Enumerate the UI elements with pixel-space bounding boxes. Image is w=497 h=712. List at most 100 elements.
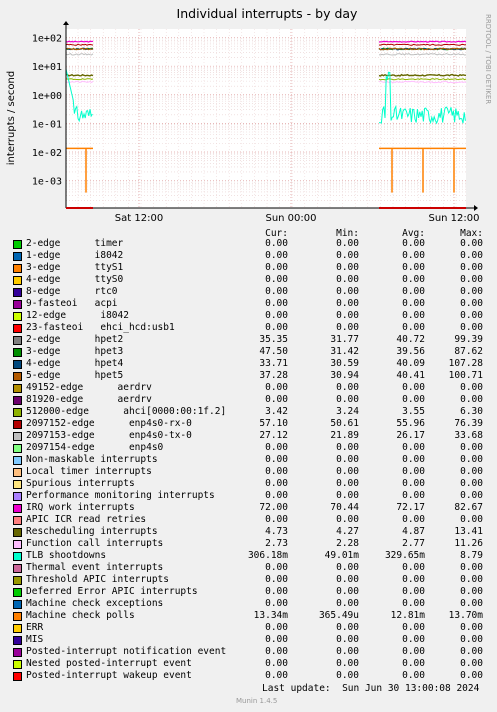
legend-min-value: 0.00 xyxy=(336,574,359,585)
legend-cur-value: 0.00 xyxy=(265,382,288,393)
legend-label: 4-edge hpet4 xyxy=(26,358,124,369)
legend-cur-value: 0.00 xyxy=(265,478,288,489)
legend-swatch xyxy=(13,468,22,477)
legend-min-value: 0.00 xyxy=(336,394,359,405)
legend-row: IRQ work interrupts 72.00 70.44 72.17 82.67 xyxy=(0,502,497,514)
legend-label: 2097153-edge enp4s0-tx-0 xyxy=(26,430,192,441)
legend-cur-value: 0.00 xyxy=(265,598,288,609)
legend-cur-value: 0.00 xyxy=(265,658,288,669)
legend-min-value: 31.42 xyxy=(330,346,359,357)
legend-cur-value: 0.00 xyxy=(265,274,288,285)
legend-min-value: 0.00 xyxy=(336,250,359,261)
legend-max-value: 0.00 xyxy=(460,670,483,681)
legend-min-value: 0.00 xyxy=(336,598,359,609)
legend-cur-value: 47.50 xyxy=(259,346,288,357)
legend-max-value: 107.28 xyxy=(448,358,483,369)
legend-cur-value: 35.35 xyxy=(259,334,288,345)
legend-row: Threshold APIC interrupts 0.00 0.00 0.00 0.0… xyxy=(0,574,497,586)
legend-swatch xyxy=(13,312,22,321)
legend-swatch xyxy=(13,492,22,501)
legend-row: 5-edge hpet5 37.28 30.94 40.41 100.71 xyxy=(0,370,497,382)
legend-swatch xyxy=(13,300,22,309)
legend-row: 512000-edge ahci[0000:00:1f.2] 3.42 3.24 3.… xyxy=(0,406,497,418)
legend-row: 1-edge i8042 0.00 0.00 0.00 0.00 xyxy=(0,250,497,262)
legend-row: ERR 0.00 0.00 0.00 0.00 xyxy=(0,622,497,634)
legend-cur-value: 0.00 xyxy=(265,262,288,273)
munin-graph: Individual interrupts - by day interrupt… xyxy=(0,0,497,712)
legend-cur-value: 13.34m xyxy=(253,610,288,621)
legend-min-value: 0.00 xyxy=(336,322,359,333)
legend-row: Spurious interrupts 0.00 0.00 0.00 0.00 xyxy=(0,478,497,490)
legend-row: Posted-interrupt wakeup event 0.00 0.00 0.0… xyxy=(0,670,497,682)
legend-swatch xyxy=(13,372,22,381)
x-tick-label: Sun 00:00 xyxy=(265,213,316,224)
legend-min-value: 0.00 xyxy=(336,466,359,477)
legend-cur-value: 306.18m xyxy=(247,550,288,561)
legend-row: 2097154-edge enp4s0 0.00 0.00 0.00 0.00 xyxy=(0,442,497,454)
legend-label: 2097152-edge enp4s0-rx-0 xyxy=(26,418,192,429)
legend-cur-value: 37.28 xyxy=(259,370,288,381)
legend-label: Spurious interrupts xyxy=(26,478,135,489)
legend-swatch xyxy=(13,336,22,345)
x-tick-label: Sat 12:00 xyxy=(115,213,163,224)
legend-row: 2-edge timer 0.00 0.00 0.00 0.00 xyxy=(0,238,497,250)
legend-row: Local timer interrupts 0.00 0.00 0.00 0.00 xyxy=(0,466,497,478)
legend-swatch xyxy=(13,540,22,549)
legend-max-value: 13.41 xyxy=(454,526,483,537)
legend-min-value: 0.00 xyxy=(336,442,359,453)
legend-cur-value: 0.00 xyxy=(265,394,288,405)
legend-row: APIC ICR read retries 0.00 0.00 0.00 0.00 xyxy=(0,514,497,526)
legend-max-value: 0.00 xyxy=(460,622,483,633)
legend-min-value: 31.77 xyxy=(330,334,359,345)
legend-max-value: 0.00 xyxy=(460,454,483,465)
legend-row: Rescheduling interrupts 4.73 4.27 4.87 13.41 xyxy=(0,526,497,538)
legend-cur-value: 0.00 xyxy=(265,490,288,501)
legend-row: Posted-interrupt notification event 0.00 0… xyxy=(0,646,497,658)
y-tick-label: 1e+02 xyxy=(32,34,62,45)
legend-max-value: 0.00 xyxy=(460,490,483,501)
legend-row: Machine check exceptions 0.00 0.00 0.00 0.00 xyxy=(0,598,497,610)
legend-row: Function call interrupts 2.73 2.28 2.77 11.2… xyxy=(0,538,497,550)
legend-cur-value: 0.00 xyxy=(265,466,288,477)
legend-label: Posted-interrupt wakeup event xyxy=(26,670,192,681)
y-axis-arrow xyxy=(63,21,69,25)
legend-swatch xyxy=(13,612,22,621)
legend-cur-value: 2.73 xyxy=(265,538,288,549)
legend-cur-value: 0.00 xyxy=(265,298,288,309)
legend-label: Deferred Error APIC interrupts xyxy=(26,586,198,597)
legend-row: Deferred Error APIC interrupts 0.00 0.00 0.… xyxy=(0,586,497,598)
legend-max-value: 13.70m xyxy=(448,610,483,621)
legend-max-value: 0.00 xyxy=(460,250,483,261)
legend-max-value: 0.00 xyxy=(460,238,483,249)
legend-cur-value: 0.00 xyxy=(265,310,288,321)
legend-cur-value: 0.00 xyxy=(265,670,288,681)
legend-swatch xyxy=(13,636,22,645)
legend-swatch xyxy=(13,600,22,609)
legend-label: 49152-edge aerdrv xyxy=(26,382,152,393)
legend-label: 3-edge hpet3 xyxy=(26,346,124,357)
chart-title: Individual interrupts - by day xyxy=(177,6,359,21)
legend-swatch xyxy=(13,504,22,513)
legend-cur-value: 0.00 xyxy=(265,250,288,261)
plot-area: 1e-03 1e-02 1e-01 1e+00 1e+01 1e+02 Sat 12:00 S… xyxy=(32,21,480,224)
legend-swatch xyxy=(13,444,22,453)
y-tick-label: 1e-02 xyxy=(32,148,62,159)
legend-max-value: 0.00 xyxy=(460,574,483,585)
legend-max-value: 87.62 xyxy=(454,346,483,357)
legend-swatch xyxy=(13,240,22,249)
legend-max-value: 0.00 xyxy=(460,562,483,573)
legend-max-value: 0.00 xyxy=(460,274,483,285)
legend-cur-value: 0.00 xyxy=(265,238,288,249)
legend-swatch xyxy=(13,408,22,417)
legend-min-value: 0.00 xyxy=(336,274,359,285)
last-update: Last update: Sun Jun 30 13:00:08 2024 xyxy=(262,683,480,694)
legend-cur-value: 27.12 xyxy=(259,430,288,441)
legend-row: 2097152-edge enp4s0-rx-0 57.10 50.61 55.96 7… xyxy=(0,418,497,430)
legend-max-value: 0.00 xyxy=(460,442,483,453)
legend-row: 81920-edge aerdrv 0.00 0.00 0.00 0.00 xyxy=(0,394,497,406)
legend-max-value: 0.00 xyxy=(460,286,483,297)
legend-label: IRQ work interrupts xyxy=(26,502,135,513)
legend-max-value: 8.79 xyxy=(460,550,483,561)
legend-min-value: 0.00 xyxy=(336,382,359,393)
legend-swatch xyxy=(13,456,22,465)
